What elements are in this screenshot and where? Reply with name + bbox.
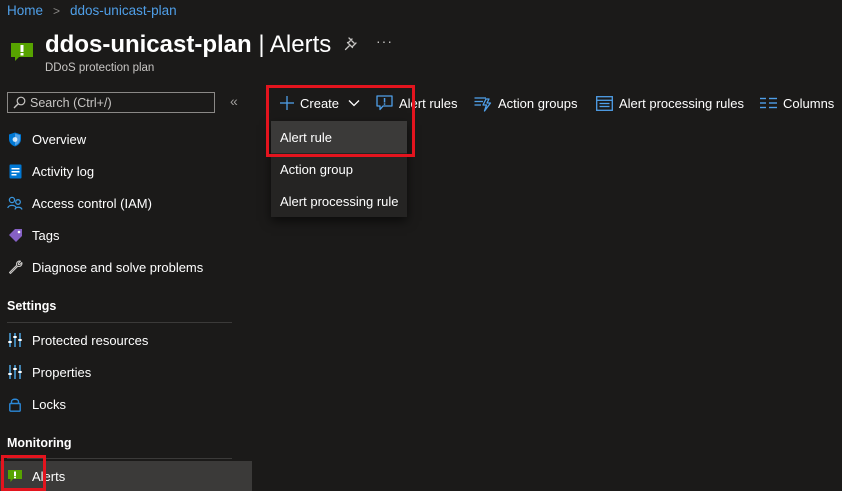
alert-rules-button[interactable]: Alert rules bbox=[376, 92, 458, 114]
sidebar-item-activity-log[interactable]: Activity log bbox=[0, 155, 252, 187]
settings-section-heading: Settings bbox=[7, 299, 57, 313]
alert-processing-rules-button[interactable]: Alert processing rules bbox=[596, 92, 744, 114]
activity-log-icon bbox=[7, 163, 23, 179]
sidebar-item-label: Activity log bbox=[32, 163, 95, 179]
tag-icon bbox=[7, 227, 23, 243]
collapse-sidebar-button[interactable]: « bbox=[230, 93, 238, 109]
columns-label: Columns bbox=[783, 95, 835, 111]
sidebar-item-tags[interactable]: Tags bbox=[0, 219, 252, 251]
alert-resource-icon bbox=[11, 43, 33, 61]
create-button[interactable]: Create bbox=[280, 92, 360, 114]
sidebar-item-access-control[interactable]: Access control (IAM) bbox=[0, 187, 252, 219]
action-groups-label: Action groups bbox=[498, 95, 578, 111]
sidebar-item-locks[interactable]: Locks bbox=[0, 388, 252, 420]
action-groups-button[interactable]: Action groups bbox=[474, 92, 578, 114]
sidebar-item-properties[interactable]: Properties bbox=[0, 356, 252, 388]
breadcrumb-current-link[interactable]: ddos-unicast-plan bbox=[70, 3, 177, 18]
sidebar-item-label: Access control (IAM) bbox=[32, 195, 152, 211]
search-icon bbox=[13, 96, 26, 109]
title-separator: | bbox=[251, 31, 270, 58]
menu-item-alert-rule[interactable]: Alert rule bbox=[271, 121, 407, 153]
wrench-icon bbox=[7, 259, 23, 275]
lock-icon bbox=[7, 396, 23, 412]
chevron-right-icon: > bbox=[53, 3, 61, 18]
sidebar-item-alerts[interactable]: Alerts bbox=[0, 461, 252, 491]
monitoring-section-heading: Monitoring bbox=[7, 436, 72, 450]
search-box[interactable] bbox=[7, 92, 215, 113]
menu-item-label: Alert processing rule bbox=[280, 193, 399, 209]
sidebar-item-label: Protected resources bbox=[32, 332, 149, 348]
sidebar-item-label: Locks bbox=[32, 396, 66, 412]
search-input[interactable] bbox=[30, 95, 210, 110]
sidebar-item-label: Properties bbox=[32, 364, 92, 380]
sidebar-item-label: Diagnose and solve problems bbox=[32, 259, 204, 275]
pin-icon[interactable] bbox=[343, 36, 359, 52]
menu-item-label: Action group bbox=[280, 161, 353, 177]
sidebar-item-diagnose[interactable]: Diagnose and solve problems bbox=[0, 251, 252, 283]
people-icon bbox=[7, 195, 23, 211]
page-subtitle: DDoS protection plan bbox=[45, 62, 155, 74]
sidebar-item-label: Overview bbox=[32, 131, 87, 147]
plus-icon bbox=[280, 96, 294, 110]
breadcrumb-home-link[interactable]: Home bbox=[7, 3, 43, 18]
sliders-icon bbox=[7, 364, 23, 380]
breadcrumb: Home > ddos-unicast-plan bbox=[7, 3, 177, 18]
alert-processing-rules-label: Alert processing rules bbox=[619, 95, 744, 111]
sidebar-item-overview[interactable]: Overview bbox=[0, 123, 252, 155]
menu-item-label: Alert rule bbox=[280, 129, 333, 145]
alert-rules-label: Alert rules bbox=[399, 95, 458, 111]
sidebar-item-label: Alerts bbox=[32, 468, 66, 484]
resource-name: ddos-unicast-plan bbox=[45, 31, 252, 58]
menu-item-alert-processing-rule[interactable]: Alert processing rule bbox=[271, 185, 407, 217]
columns-icon bbox=[760, 97, 777, 109]
blade-name: Alerts bbox=[269, 31, 332, 58]
more-options-button[interactable]: ··· bbox=[376, 33, 393, 49]
menu-item-action-group[interactable]: Action group bbox=[271, 153, 407, 185]
alert-processing-rules-icon bbox=[596, 95, 613, 111]
section-divider bbox=[7, 458, 232, 459]
sidebar-item-protected-resources[interactable]: Protected resources bbox=[0, 324, 252, 356]
chevron-down-icon bbox=[348, 100, 360, 107]
sliders-icon bbox=[7, 332, 23, 348]
create-label: Create bbox=[300, 95, 340, 111]
section-divider bbox=[7, 322, 232, 323]
alert-icon bbox=[7, 468, 23, 484]
page-title: ddos-unicast-plan | Alerts bbox=[45, 31, 331, 59]
overview-icon bbox=[7, 131, 23, 147]
create-dropdown-menu: Alert rule Action group Alert processing… bbox=[271, 121, 407, 217]
alert-rules-icon bbox=[376, 94, 393, 110]
sidebar-item-label: Tags bbox=[32, 227, 60, 243]
columns-button[interactable]: Columns bbox=[760, 92, 834, 114]
action-groups-icon bbox=[474, 96, 492, 112]
